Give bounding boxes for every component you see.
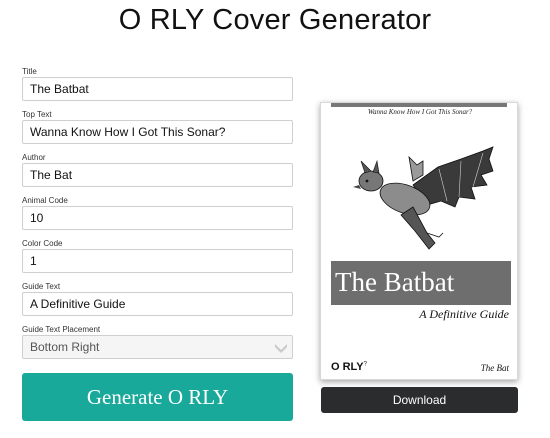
cover-top-bar <box>331 103 507 107</box>
color-code-label: Color Code <box>22 239 63 248</box>
guide-text-input[interactable]: A Definitive Guide <box>22 292 293 316</box>
guide-placement-field-group: Guide Text Placement Bottom Right <box>22 324 293 359</box>
cover-logo-text: O RLY <box>331 361 364 373</box>
top-text-input[interactable]: Wanna Know How I Got This Sonar? <box>22 120 293 144</box>
guide-text-field-group: Guide Text A Definitive Guide <box>22 281 293 316</box>
cover-guide-text: A Definitive Guide <box>419 307 509 321</box>
top-text-field-group: Top Text Wanna Know How I Got This Sonar… <box>22 109 293 144</box>
download-button[interactable]: Download <box>321 387 518 413</box>
page-title: O RLY Cover Generator <box>118 4 432 36</box>
cover-form: Title The Batbat Top Text Wanna Know How… <box>22 66 293 367</box>
guide-placement-label: Guide Text Placement <box>22 325 101 334</box>
cover-publisher-logo: O RLY? <box>331 361 367 373</box>
bat-illustration <box>353 146 494 250</box>
cover-top-text: Wanna Know How I Got This Sonar? <box>367 108 473 116</box>
cover-author: The Bat <box>480 363 509 373</box>
title-label: Title <box>22 67 37 76</box>
guide-placement-select[interactable]: Bottom Right <box>22 335 293 359</box>
title-input[interactable]: The Batbat <box>22 77 293 101</box>
animal-code-label: Animal Code <box>22 196 68 205</box>
guide-placement-value: Bottom Right <box>30 340 100 354</box>
color-code-field-group: Color Code 1 <box>22 238 293 273</box>
animal-code-input[interactable]: 10 <box>22 206 293 230</box>
top-text-label: Top Text <box>22 110 52 119</box>
cover-logo-mark: ? <box>363 361 367 368</box>
generate-button[interactable]: Generate O RLY <box>22 373 293 421</box>
animal-code-field-group: Animal Code 10 <box>22 195 293 230</box>
chevron-down-icon <box>275 344 287 353</box>
guide-text-label: Guide Text <box>22 282 61 291</box>
author-field-group: Author The Bat <box>22 152 293 187</box>
author-input[interactable]: The Bat <box>22 163 293 187</box>
author-label: Author <box>22 153 46 162</box>
cover-title: The Batbat <box>335 267 455 297</box>
cover-preview: Wanna Know How I Got This Sonar? The Bat… <box>320 102 518 380</box>
color-code-input[interactable]: 1 <box>22 249 293 273</box>
title-field-group: Title The Batbat <box>22 66 293 101</box>
